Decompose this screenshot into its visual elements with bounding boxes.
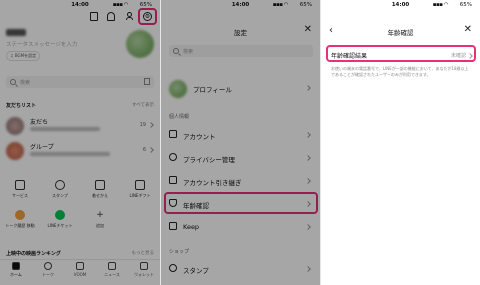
- search-icon: [10, 78, 16, 85]
- bookmark-icon[interactable]: [90, 12, 98, 21]
- settings-screen: 14:00 ▪▪▪ ◠ 65% 設定 ✕ 検索 プロフィール 個人情報 アカウン…: [160, 0, 320, 285]
- status-bar: 14:00 ▪▪▪ ◠ 65%: [321, 0, 480, 12]
- age-verification-title: 年齢確認: [387, 29, 414, 37]
- status-bar: 14:00 ▪▪▪ ◠ 65%: [0, 0, 160, 12]
- groups-label[interactable]: グループ: [30, 142, 54, 151]
- status-bar: 14:00 ▪▪▪ ◠ 65%: [161, 0, 320, 12]
- age-result-highlight: [326, 45, 476, 62]
- privacy-lock-icon: [169, 153, 177, 161]
- sticker-icon: [169, 264, 177, 272]
- friends-label[interactable]: 友だち: [30, 117, 48, 126]
- groups-avatar: [6, 142, 24, 160]
- signal-icon: ▪▪▪ ◠: [112, 2, 129, 8]
- account-icon: [169, 130, 177, 138]
- profile-name[interactable]: [6, 29, 26, 36]
- tab-divider: [0, 259, 160, 260]
- home-screen: 14:00 ▪▪▪ ◠ 65% ⚙ ステータスメッセージを入力 ♫ BGMを設定…: [0, 0, 160, 285]
- tab-wallet[interactable]: ウォレット: [128, 262, 160, 278]
- add-friend-icon[interactable]: [126, 12, 133, 21]
- chevron-right-icon: [148, 122, 154, 128]
- qr-scan-icon[interactable]: [144, 78, 150, 85]
- age-verification-description: お使いの端末の電話番号で、LINEが一部の機能において、あなたが18歳以上である…: [331, 66, 469, 77]
- chevron-right-icon: [305, 266, 311, 272]
- friends-preview: [30, 127, 100, 131]
- sticker-icon: [55, 180, 65, 190]
- tab-talk[interactable]: トーク: [32, 262, 64, 278]
- video-ranking-header: 上映中の映画ランキング: [6, 251, 61, 257]
- account-transfer-icon: [169, 176, 177, 184]
- service-item[interactable]: LINEギフト: [120, 180, 160, 199]
- settings-item-keep[interactable]: Keep: [183, 223, 199, 231]
- gift-icon: [135, 180, 145, 190]
- service-item[interactable]: LINEチケット: [40, 210, 80, 229]
- more-link[interactable]: もっと見る: [132, 250, 155, 256]
- chevron-right-icon: [305, 178, 311, 184]
- tab-voom[interactable]: VOOM: [64, 262, 96, 277]
- notification-bell-icon[interactable]: [107, 12, 115, 21]
- settings-item-privacy[interactable]: プライバシー管理: [183, 154, 235, 164]
- chevron-right-icon: [305, 132, 311, 138]
- tab-news[interactable]: ニュース: [96, 262, 128, 278]
- battery-level: 65%: [299, 2, 312, 8]
- shop-section: ショップ: [169, 249, 190, 255]
- home-icon: [12, 262, 20, 270]
- chevron-right-icon: [148, 147, 154, 153]
- settings-item-account[interactable]: アカウント: [183, 131, 216, 141]
- chevron-right-icon: [305, 155, 311, 161]
- status-time: 14:00: [391, 2, 410, 8]
- settings-search-input[interactable]: 検索: [169, 45, 313, 57]
- profile-row-label[interactable]: プロフィール: [193, 84, 232, 94]
- chat-transfer-icon: [15, 210, 25, 220]
- bgm-button[interactable]: ♫ BGMを設定: [6, 51, 41, 61]
- status-message[interactable]: ステータスメッセージを入力: [6, 40, 77, 48]
- keep-icon: [169, 222, 177, 230]
- status-time: 14:00: [71, 2, 89, 8]
- tab-home[interactable]: ホーム: [0, 262, 32, 278]
- play-icon: [76, 262, 84, 270]
- search-placeholder: 検索: [183, 49, 194, 55]
- chevron-right-icon: [305, 85, 311, 91]
- personal-info-section: 個人情報: [169, 114, 190, 120]
- friends-count: 19: [139, 122, 146, 128]
- settings-item-stamps[interactable]: スタンプ: [183, 265, 209, 275]
- friends-avatar: [6, 117, 24, 135]
- friends-list-header: 友だちリスト: [6, 103, 37, 109]
- chat-bubble-icon: [44, 262, 52, 270]
- settings-title: 設定: [234, 29, 247, 37]
- dim-overlay: [161, 0, 320, 285]
- services-grid-icon: [15, 180, 25, 190]
- settings-highlight: [138, 8, 157, 25]
- chevron-right-icon: [305, 224, 311, 230]
- search-placeholder: 検索: [20, 80, 31, 86]
- profile-avatar: [169, 80, 187, 98]
- service-item[interactable]: スタンプ: [40, 180, 80, 199]
- signal-icon: ▪▪▪ ◠: [272, 2, 289, 8]
- service-item[interactable]: サービス: [0, 180, 40, 199]
- close-icon[interactable]: ✕: [464, 24, 472, 35]
- age-verification-highlight: [164, 192, 318, 214]
- wallet-icon: [140, 262, 148, 270]
- status-time: 14:00: [231, 2, 250, 8]
- search-icon: [173, 47, 179, 54]
- close-icon[interactable]: ✕: [304, 24, 312, 35]
- service-item[interactable]: + 追加: [80, 210, 120, 229]
- ticket-icon: [55, 210, 65, 220]
- news-icon: [108, 262, 116, 270]
- battery-level: 65%: [459, 2, 472, 8]
- settings-item-transfer[interactable]: アカウント引き継ぎ: [183, 177, 242, 187]
- age-verification-screen: 14:00 ▪▪▪ ◠ 65% ‹ 年齢確認 ✕ 年齢確認結果 未確認 お使いの…: [320, 0, 480, 285]
- groups-count: 6: [142, 147, 146, 153]
- profile-avatar[interactable]: [126, 30, 154, 58]
- service-item[interactable]: 着せかえ: [80, 180, 120, 199]
- service-item[interactable]: トーク履歴 移動: [0, 210, 40, 229]
- signal-icon: ▪▪▪ ◠: [432, 2, 449, 8]
- theme-brush-icon: [95, 180, 105, 190]
- friends-see-all-link[interactable]: すべて表示: [132, 102, 154, 108]
- plus-icon: +: [96, 210, 104, 220]
- groups-preview: [30, 152, 110, 156]
- friend-search-input[interactable]: 検索: [6, 76, 154, 88]
